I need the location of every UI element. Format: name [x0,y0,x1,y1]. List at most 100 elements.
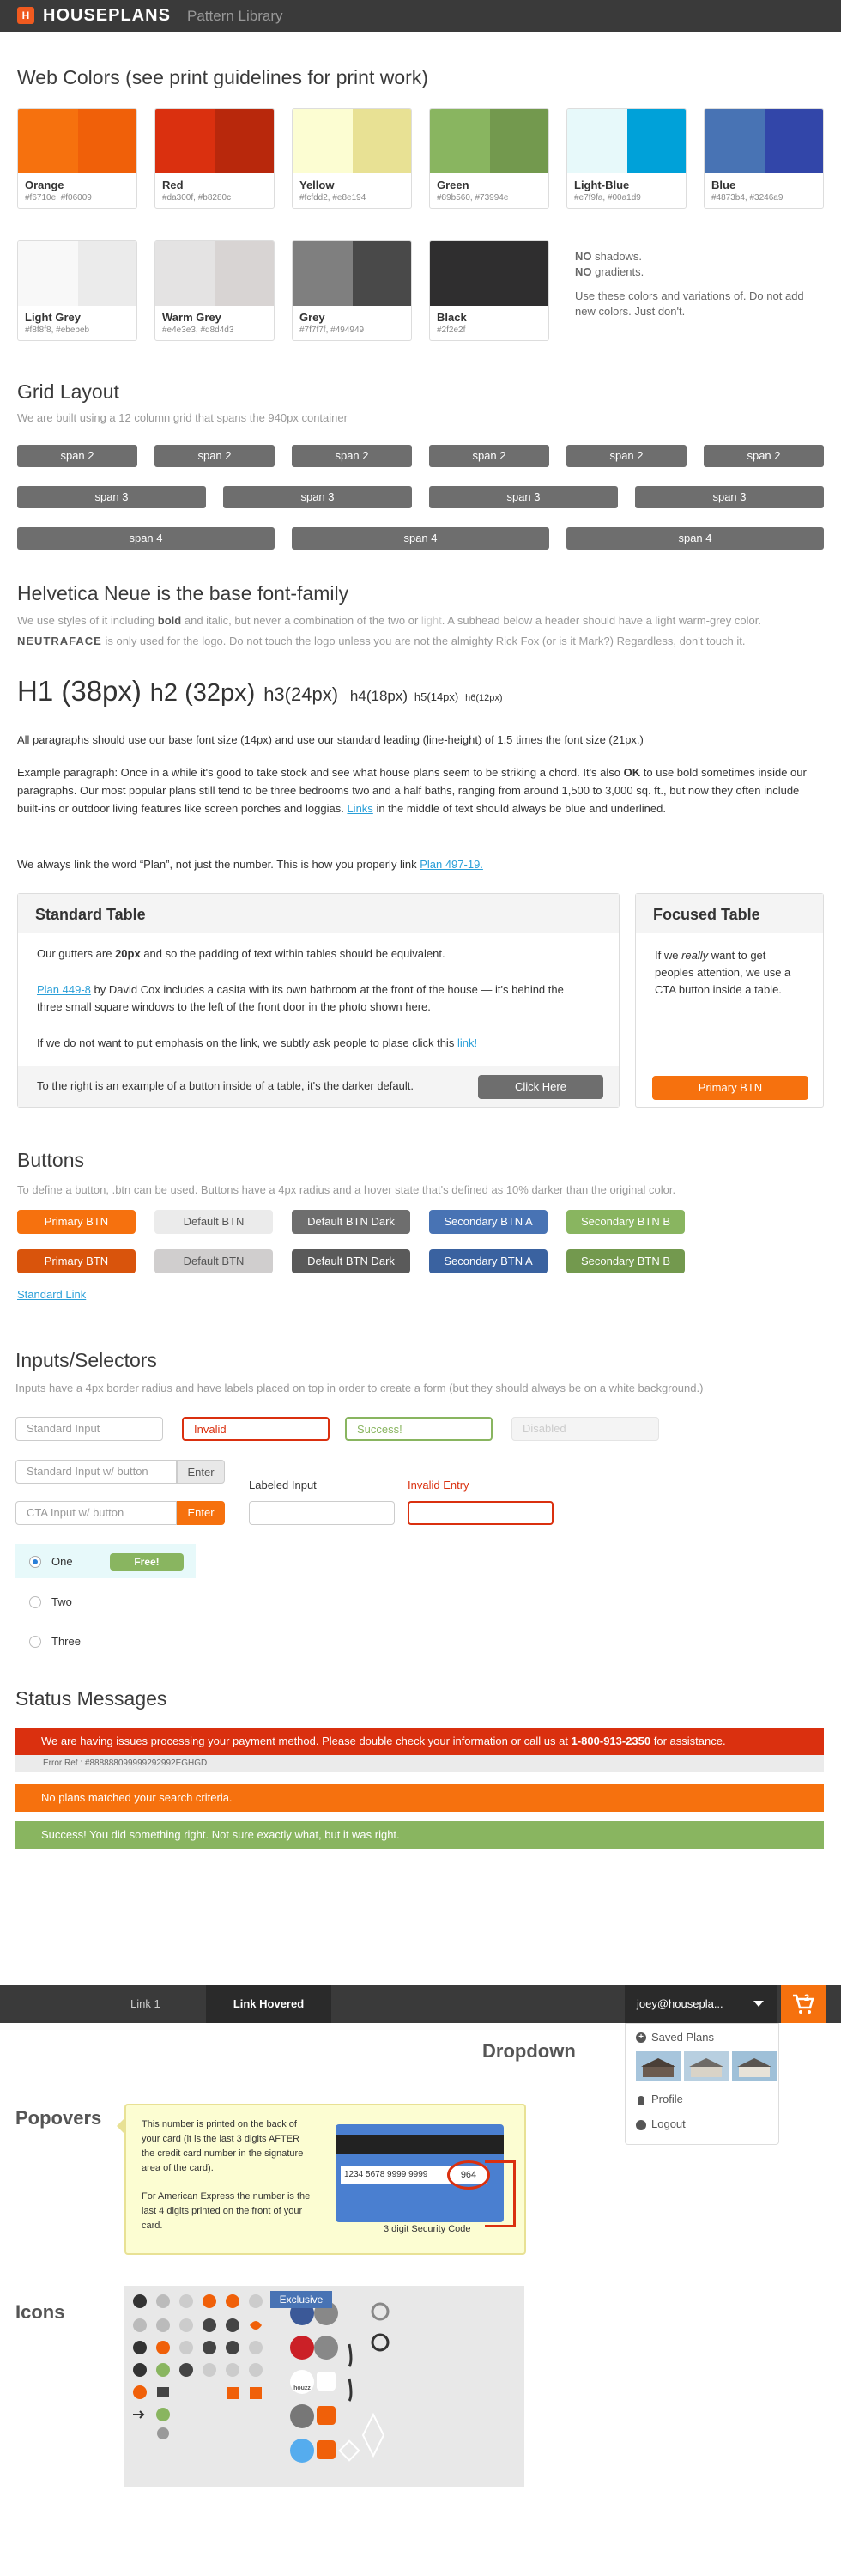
radio-two[interactable] [29,1596,41,1608]
grid-span4: span 4 [292,527,549,550]
color-swatch: Orange #f6710e, #f06009 [17,108,137,209]
grid-span3: span 3 [223,486,412,508]
swatch-hex: #f8f8f8, #ebebeb [25,325,90,335]
color-notes: NO shadows. NO gradients. Use these colo… [575,250,804,318]
color-swatch: Light-Blue #e7f9fa, #00a1d9 [566,108,687,209]
grid-span2: span 2 [154,445,275,467]
nav-link-1[interactable]: Link 1 [130,1997,160,2010]
logout-icon [636,2120,646,2130]
paragraph-rule: All paragraphs should use our base font … [17,733,644,746]
color-swatch: Yellow #fcfdd2, #e8e194 [292,108,412,209]
grid-desc: We are built using a 12 column grid that… [17,411,348,424]
typography-desc-1: We use styles of it including bold and i… [17,614,761,627]
house-thumb-3[interactable] [732,2051,777,2081]
default-button-hover[interactable]: Default BTN [154,1249,273,1273]
account-menu[interactable]: joey@housepla... [625,1985,777,2023]
house-thumb-1[interactable] [636,2051,681,2081]
exclusive-badge: Exclusive [279,2293,324,2306]
house-thumb-2[interactable] [684,2051,729,2081]
standard-table: Standard Table Our gutters are 20px and … [17,893,620,1108]
swatch-color-primary [155,109,215,173]
radio-one[interactable] [29,1556,41,1568]
primary-button-hover[interactable]: Primary BTN [17,1249,136,1273]
logo[interactable]: HOUSEPLANS [43,6,171,25]
saved-plans-link[interactable]: Saved Plans [651,2031,714,2044]
icon-grid [133,2291,390,2463]
inputs-title: Inputs/Selectors [15,1349,157,1371]
default-button[interactable]: Default BTN [154,1210,273,1234]
ui-icon-columns [133,2294,263,2439]
click-here-button[interactable]: Click Here [478,1075,603,1099]
popover-text-2: For American Express the number is the l… [142,2191,311,2231]
plan-449-link[interactable]: Plan 449-8 [37,983,91,996]
radio-one-label: One [51,1555,73,1568]
swatch-color-primary [293,109,353,173]
status-title: Status Messages [15,1687,167,1710]
disabled-input: Disabled [511,1417,659,1441]
card-back-image: 1234 5678 9999 9999 964 [336,2124,504,2222]
nav-bar: Link 1 Link Hovered joey@housepla... 2 [0,1985,841,2023]
profile-link[interactable]: Profile [651,2093,683,2105]
primary-button[interactable]: Primary BTN [17,1210,136,1234]
grid-span3: span 3 [429,486,618,508]
h4-sample: h4(18px) [349,688,408,704]
social-icons [290,2301,390,2463]
swatch-hex: #da300f, #b8280c [162,193,232,203]
default-dark-button[interactable]: Default BTN Dark [292,1210,410,1234]
swatch-name: Orange [25,179,64,191]
h3-sample: h3(24px) [263,683,339,705]
swatch-hex: #e4e3e3, #d8d4d3 [162,325,234,335]
grid-title: Grid Layout [17,380,119,403]
color-swatch: Grey #7f7f7f, #494949 [292,240,412,341]
secondary-a-button-hover[interactable]: Secondary BTN A [429,1249,548,1273]
color-swatch: Red #da300f, #b8280c [154,108,275,209]
swatch-color-primary [430,241,490,306]
swatch-name: Blue [711,179,736,191]
focused-primary-button[interactable]: Primary BTN [652,1076,808,1100]
chevron-down-icon [753,2001,764,2007]
standard-link[interactable]: Standard Link [17,1288,86,1301]
plan-link-paragraph: We always link the word “Plan”, not just… [17,858,483,871]
swatch-color-secondary [490,241,548,306]
secondary-b-button[interactable]: Secondary BTN B [566,1210,685,1234]
color-swatch: Light Grey #f8f8f8, #ebebeb [17,240,137,341]
plus-icon: + [636,2032,646,2043]
invalid-entry-input[interactable] [408,1501,554,1525]
radio-two-label: Two [51,1595,72,1608]
standard-table-title: Standard Table [18,894,619,933]
plan-link[interactable]: Plan 497-19. [420,858,483,871]
invalid-input[interactable]: Invalid [182,1417,330,1441]
subtle-link[interactable]: link! [457,1036,477,1049]
buttons-title: Buttons [17,1149,84,1171]
default-dark-button-hover[interactable]: Default BTN Dark [292,1249,410,1273]
swatch-name: Black [437,311,467,324]
logout-link[interactable]: Logout [651,2117,686,2130]
input-with-button[interactable]: Standard Input w/ button [15,1460,177,1484]
success-input[interactable]: Success! [345,1417,493,1441]
swatch-color-primary [430,109,490,173]
inline-link[interactable]: Links [347,802,372,815]
secondary-a-button[interactable]: Secondary BTN A [429,1210,548,1234]
secondary-b-button-hover[interactable]: Secondary BTN B [566,1249,685,1273]
success-message: Success! You did something right. Not su… [15,1821,824,1849]
radio-three[interactable] [29,1636,41,1648]
enter-button[interactable]: Enter [177,1460,225,1484]
swatch-color-secondary [627,109,686,173]
standard-input[interactable]: Standard Input [15,1417,163,1441]
swatch-color-primary [705,109,765,173]
cta-input[interactable]: CTA Input w/ button [15,1501,177,1525]
standard-table-footer-text: To the right is an example of a button i… [37,1079,414,1092]
standard-table-p1: Our gutters are 20px and so the padding … [37,947,445,960]
buttons-desc: To define a button, .btn can be used. Bu… [17,1183,676,1196]
nav-link-hovered[interactable]: Link Hovered [206,1985,331,2023]
h5-sample: h5(14px) [414,690,459,703]
card-number: 1234 5678 9999 9999 [341,2166,451,2184]
callout-bracket [485,2160,516,2227]
cta-enter-button[interactable]: Enter [177,1501,225,1525]
swatch-hex: #4873b4, #3246a9 [711,193,784,203]
swatch-color-primary [18,241,78,306]
grid-span2: span 2 [429,445,549,467]
security-code-caption: 3 digit Security Code [384,2224,471,2234]
labeled-input[interactable] [249,1501,395,1525]
cart-button[interactable]: 2 [781,1985,826,2023]
